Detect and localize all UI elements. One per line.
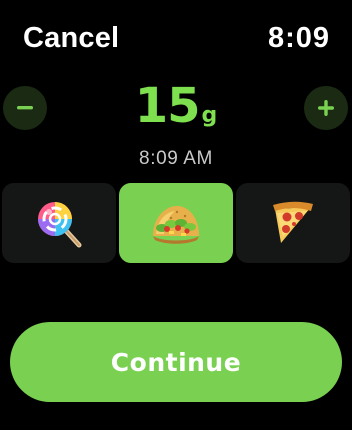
carb-unit: g	[201, 103, 218, 128]
food-option-taco[interactable]	[119, 183, 233, 263]
continue-label: Continue	[110, 347, 242, 377]
taco-icon	[153, 206, 199, 244]
food-option-pizza[interactable]	[236, 183, 350, 263]
status-clock: 8:09	[267, 22, 330, 54]
entry-time[interactable]: 8:09 AM	[0, 148, 352, 170]
lollipop-icon	[38, 202, 82, 248]
increment-button[interactable]	[304, 86, 348, 130]
absorption-picker	[2, 183, 352, 263]
food-option-lollipop[interactable]	[2, 183, 116, 263]
carb-amount: 15g	[0, 78, 352, 134]
pizza-icon	[273, 201, 313, 243]
plus-icon	[318, 100, 334, 116]
top-bar: Cancel 8:09	[0, 0, 352, 80]
cancel-button[interactable]: Cancel	[23, 22, 119, 55]
continue-button[interactable]: Continue	[10, 322, 342, 402]
carb-value: 15	[134, 78, 201, 134]
